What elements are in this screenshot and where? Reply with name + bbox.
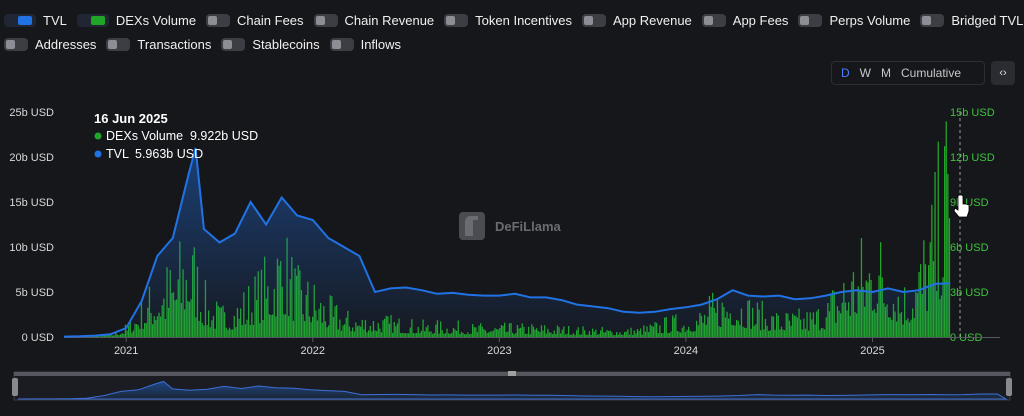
navigator-right-handle[interactable] [1006,378,1012,396]
x-axis: 2021 2022 2023 2024 2025 [64,337,1000,357]
tvl-series [63,147,951,338]
watermark: DeFiLlama [459,212,562,240]
tooltip-date: 16 Jun 2025 [94,111,168,126]
y-left-tick-label: 10b USD [9,242,54,254]
y-left-tick-label: 15b USD [9,197,54,209]
tooltip-dex-value: 9.922b USD [190,129,258,143]
chart-tooltip: 16 Jun 2025 DEXs Volume 9.922b USD TVL 5… [94,111,258,161]
x-tick-label: 2025 [860,345,884,357]
navigator-left-handle[interactable] [12,378,18,396]
tooltip-tvl-dot [94,150,102,158]
y-left-tick-label: 25b USD [9,107,54,119]
tvl-area [64,148,951,337]
navigator-grip-icon[interactable] [508,371,516,376]
chart-canvas[interactable]: 0 USD5b USD10b USD15b USD20b USD25b USD … [0,0,1024,416]
y-right-tick-label: 3b USD [950,287,989,299]
y-left-tick-label: 5b USD [15,287,54,299]
tooltip-tvl-label: TVL [106,147,129,161]
tooltip-dex-dot [94,132,102,140]
y-right-tick-label: 6b USD [950,242,989,254]
y-right-tick-label: 15b USD [950,107,995,119]
watermark-text: DeFiLlama [495,219,562,234]
range-navigator[interactable] [12,371,1012,401]
y-axis-left: 0 USD 5b USD 10b USD 15b USD 20b USD 25b USD [9,107,54,344]
tooltip-dex-label: DEXs Volume [106,129,183,143]
x-tick-label: 2024 [674,345,698,357]
y-left-tick-label: 20b USD [9,152,54,164]
x-tick-label: 2022 [301,345,325,357]
x-tick-label: 2023 [487,345,511,357]
x-tick-label: 2021 [114,345,138,357]
tooltip-tvl-value: 5.963b USD [135,147,203,161]
y-right-tick-label: 12b USD [950,152,995,164]
y-left-tick-label: 0 USD [22,332,54,344]
llama-logo-icon [459,212,485,240]
y-axis-right: 0 USD3b USD6b USD9b USD12b USD15b USD [950,107,995,344]
